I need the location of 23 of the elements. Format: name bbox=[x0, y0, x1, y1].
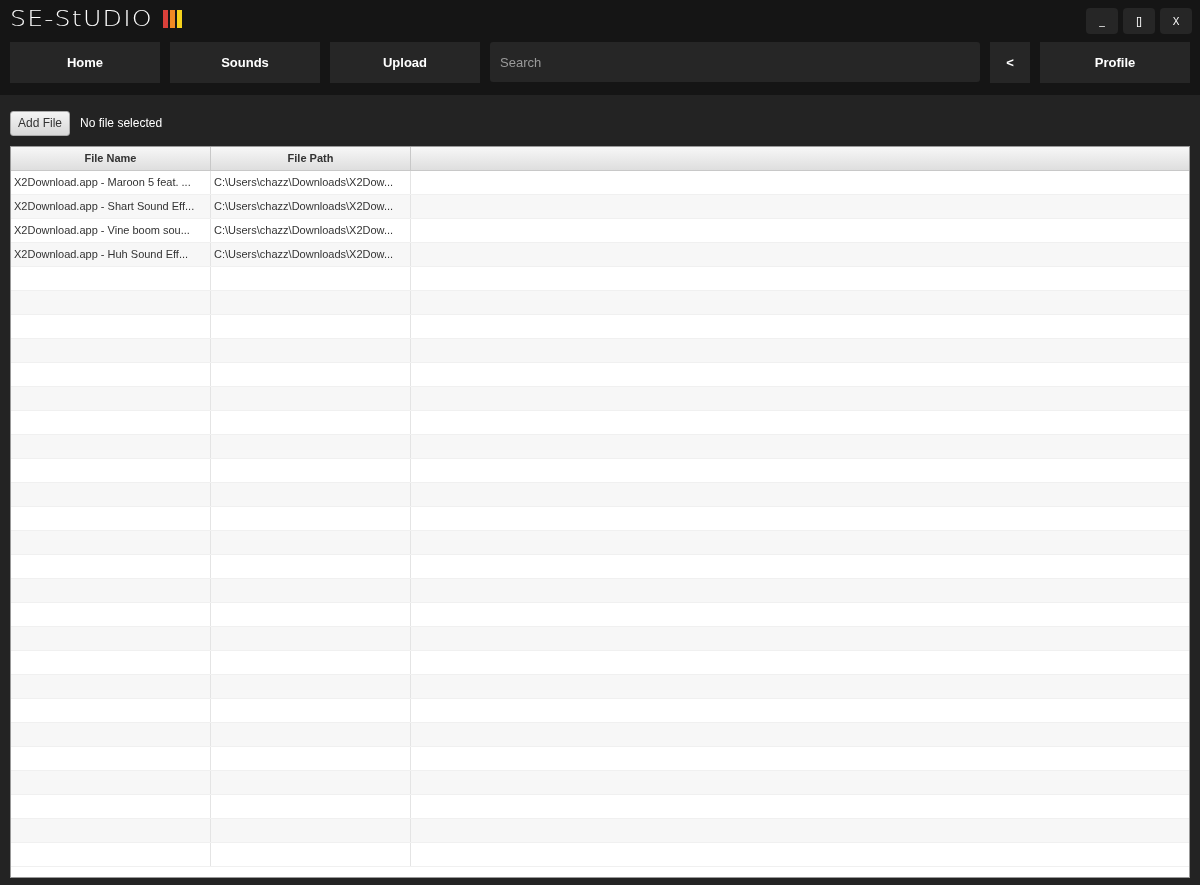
table-cell: X2Download.app - Maroon 5 feat. ... bbox=[11, 171, 211, 194]
window-control-button[interactable]: _ bbox=[1086, 8, 1118, 34]
table-cell: C:\Users\chazz\Downloads\X2Dow... bbox=[211, 171, 411, 194]
table-cell: X2Download.app - Huh Sound Eff... bbox=[11, 243, 211, 266]
table-cell: C:\Users\chazz\Downloads\X2Dow... bbox=[211, 243, 411, 266]
table-cell: X2Download.app - Vine boom sou... bbox=[11, 219, 211, 242]
table-cell: X2Download.app - Shart Sound Eff... bbox=[11, 195, 211, 218]
search-field[interactable]: Search bbox=[490, 42, 980, 82]
file-status: No file selected bbox=[80, 116, 163, 130]
nav-button[interactable]: Upload bbox=[330, 42, 480, 83]
table-cell: C:\Users\chazz\Downloads\X2Dow... bbox=[211, 219, 411, 242]
window-control-button[interactable]: [] bbox=[1123, 8, 1155, 34]
nav-button[interactable]: Home bbox=[10, 42, 160, 83]
table-cell: C:\Users\chazz\Downloads\X2Dow... bbox=[211, 195, 411, 218]
window-control-button[interactable]: X bbox=[1160, 8, 1192, 34]
column-header[interactable]: File Name bbox=[11, 147, 211, 170]
stripes-icon bbox=[163, 10, 184, 28]
back-button[interactable]: < bbox=[990, 42, 1030, 83]
add-file-button[interactable]: Add File bbox=[10, 110, 71, 136]
profile-button[interactable]: Profile bbox=[1040, 42, 1190, 83]
nav-button[interactable]: Sounds bbox=[170, 42, 320, 83]
app-logo: SE-StUDIO bbox=[10, 8, 153, 30]
column-header[interactable]: File Path bbox=[211, 147, 411, 170]
